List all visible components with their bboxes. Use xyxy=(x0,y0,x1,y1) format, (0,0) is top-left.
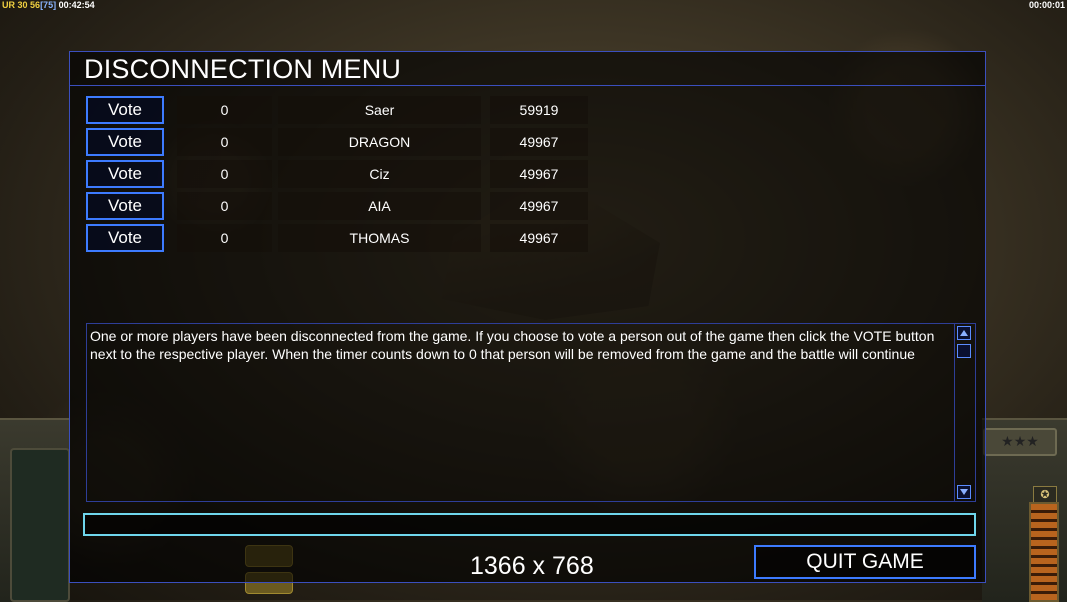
player-row: Vote 0 Ciz 49967 xyxy=(86,160,606,188)
player-timer: 0 xyxy=(177,224,272,252)
player-row: Vote 0 Saer 59919 xyxy=(86,96,606,124)
player-ping: 49967 xyxy=(490,224,588,252)
status-value-2: 56 xyxy=(30,0,41,10)
player-name: Ciz xyxy=(278,160,481,188)
chat-input[interactable] xyxy=(83,513,976,536)
status-value-1: 30 xyxy=(17,0,28,10)
player-timer: 0 xyxy=(177,192,272,220)
message-scrollbar[interactable] xyxy=(954,324,975,501)
player-row: Vote 0 THOMAS 49967 xyxy=(86,224,606,252)
hud-radar-screen xyxy=(10,448,70,602)
vote-button[interactable]: Vote xyxy=(86,224,164,252)
ur-label: UR xyxy=(2,0,15,10)
disconnection-dialog: DISCONNECTION MENU Vote 0 Saer 59919 Vot… xyxy=(69,51,986,583)
game-clock: 00:42:54 xyxy=(58,0,95,10)
vote-button[interactable]: Vote xyxy=(86,160,164,188)
player-timer: 0 xyxy=(177,128,272,156)
scroll-thumb[interactable] xyxy=(957,344,971,358)
player-name: Saer xyxy=(278,96,481,124)
vote-button[interactable]: Vote xyxy=(86,192,164,220)
arrow-up-icon xyxy=(960,330,968,336)
power-meter xyxy=(1029,502,1059,602)
hud-left-panel xyxy=(0,418,70,602)
arrow-down-icon xyxy=(960,489,968,495)
player-row: Vote 0 AIA 49967 xyxy=(86,192,606,220)
player-name: DRAGON xyxy=(278,128,481,156)
status-value-bracket: [75] xyxy=(40,0,57,10)
player-timer: 0 xyxy=(177,96,272,124)
rank-stars: ★★★ xyxy=(983,428,1057,456)
player-ping: 49967 xyxy=(490,192,588,220)
player-name: AIA xyxy=(278,192,481,220)
player-row: Vote 0 DRAGON 49967 xyxy=(86,128,606,156)
dialog-title-bar: DISCONNECTION MENU xyxy=(70,52,985,86)
vote-button[interactable]: Vote xyxy=(86,128,164,156)
message-box: One or more players have been disconnect… xyxy=(86,323,976,502)
disconnect-message: One or more players have been disconnect… xyxy=(90,328,935,362)
quit-game-button[interactable]: QUIT GAME xyxy=(754,545,976,579)
resolution-label: 1366 x 768 xyxy=(470,552,594,580)
player-ping: 49967 xyxy=(490,128,588,156)
vote-button[interactable]: Vote xyxy=(86,96,164,124)
scroll-up-button[interactable] xyxy=(957,326,971,340)
player-ping: 49967 xyxy=(490,160,588,188)
player-ping: 59919 xyxy=(490,96,588,124)
player-timer: 0 xyxy=(177,160,272,188)
dialog-title: DISCONNECTION MENU xyxy=(84,54,402,84)
scroll-down-button[interactable] xyxy=(957,485,971,499)
top-left-status: UR 30 56[75] 00:42:54 xyxy=(2,0,95,10)
disconnect-timer: 00:00:01 xyxy=(1028,0,1065,10)
player-name: THOMAS xyxy=(278,224,481,252)
